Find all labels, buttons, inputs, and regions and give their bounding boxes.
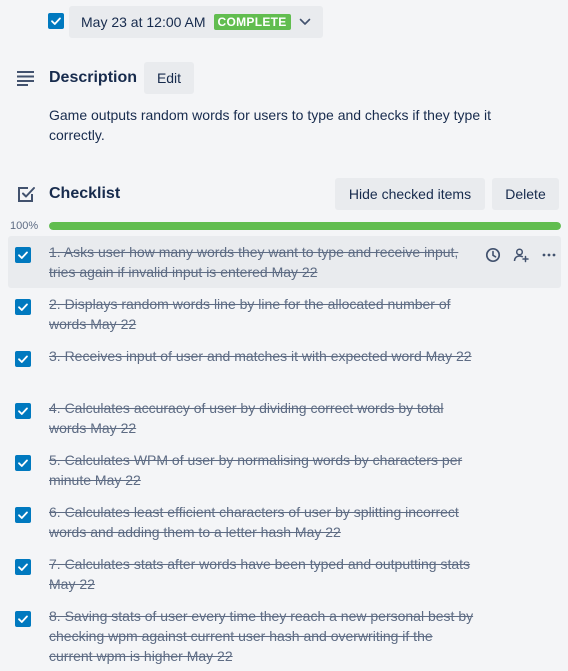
checklist-item-text[interactable]: 3. Receives input of user and matches it…	[49, 346, 477, 366]
checklist-item-text[interactable]: 1. Asks user how many words they want to…	[49, 242, 477, 282]
checklist-item-text[interactable]: 6. Calculates least efficient characters…	[49, 502, 477, 542]
checklist-title: Checklist	[49, 185, 121, 202]
due-date-text: May 23 at 12:00 AM	[81, 14, 206, 30]
chevron-down-icon	[299, 18, 311, 26]
edit-description-button[interactable]: Edit	[144, 62, 194, 94]
check-icon	[18, 251, 28, 259]
progress-bar	[49, 222, 561, 230]
checklist-item-checkbox[interactable]	[15, 299, 31, 315]
checklist-icon	[16, 184, 36, 209]
checklist-item-checkbox[interactable]	[15, 455, 31, 471]
description-text: Game outputs random words for users to t…	[49, 107, 491, 143]
checklist-item-text[interactable]: 5. Calculates WPM of user by normalising…	[49, 450, 477, 490]
checklist-item-checkbox[interactable]	[15, 507, 31, 523]
due-complete-checkbox[interactable]	[48, 13, 64, 29]
checklist-item-text[interactable]: 7. Calculates stats after words have bee…	[49, 554, 477, 594]
description-icon	[16, 70, 36, 91]
check-icon	[18, 459, 28, 467]
checklist-item-checkbox[interactable]	[15, 351, 31, 367]
hide-checked-items-button[interactable]: Hide checked items	[335, 178, 485, 210]
due-date-button[interactable]: May 23 at 12:00 AM COMPLETE	[69, 6, 323, 38]
progress-bar-fill	[49, 222, 561, 230]
more-icon[interactable]	[537, 243, 561, 267]
check-icon	[18, 563, 28, 571]
checklist-item-text[interactable]: 4. Calculates accuracy of user by dividi…	[49, 398, 477, 438]
clock-icon[interactable]	[481, 243, 505, 267]
delete-checklist-button[interactable]: Delete	[492, 178, 559, 210]
checklist-item-text[interactable]: 2. Displays random words line by line fo…	[49, 294, 477, 334]
due-date-row: May 23 at 12:00 AM COMPLETE	[48, 6, 323, 38]
progress-percent: 100%	[10, 220, 39, 232]
description-title: Description	[49, 69, 138, 86]
checklist-item-checkbox[interactable]	[15, 247, 31, 263]
status-badge: COMPLETE	[213, 14, 291, 30]
checklist-item-checkbox[interactable]	[15, 403, 31, 419]
check-icon	[18, 615, 28, 623]
checklist-item-text[interactable]: 8. Saving stats of user every time they …	[49, 606, 477, 666]
check-icon	[18, 407, 28, 415]
check-icon	[18, 355, 28, 363]
checklist-item-checkbox[interactable]	[15, 611, 31, 627]
check-icon	[18, 511, 28, 519]
check-icon	[18, 303, 28, 311]
add-member-icon[interactable]	[509, 243, 533, 267]
checklist-item-checkbox[interactable]	[15, 559, 31, 575]
check-icon	[51, 17, 61, 25]
